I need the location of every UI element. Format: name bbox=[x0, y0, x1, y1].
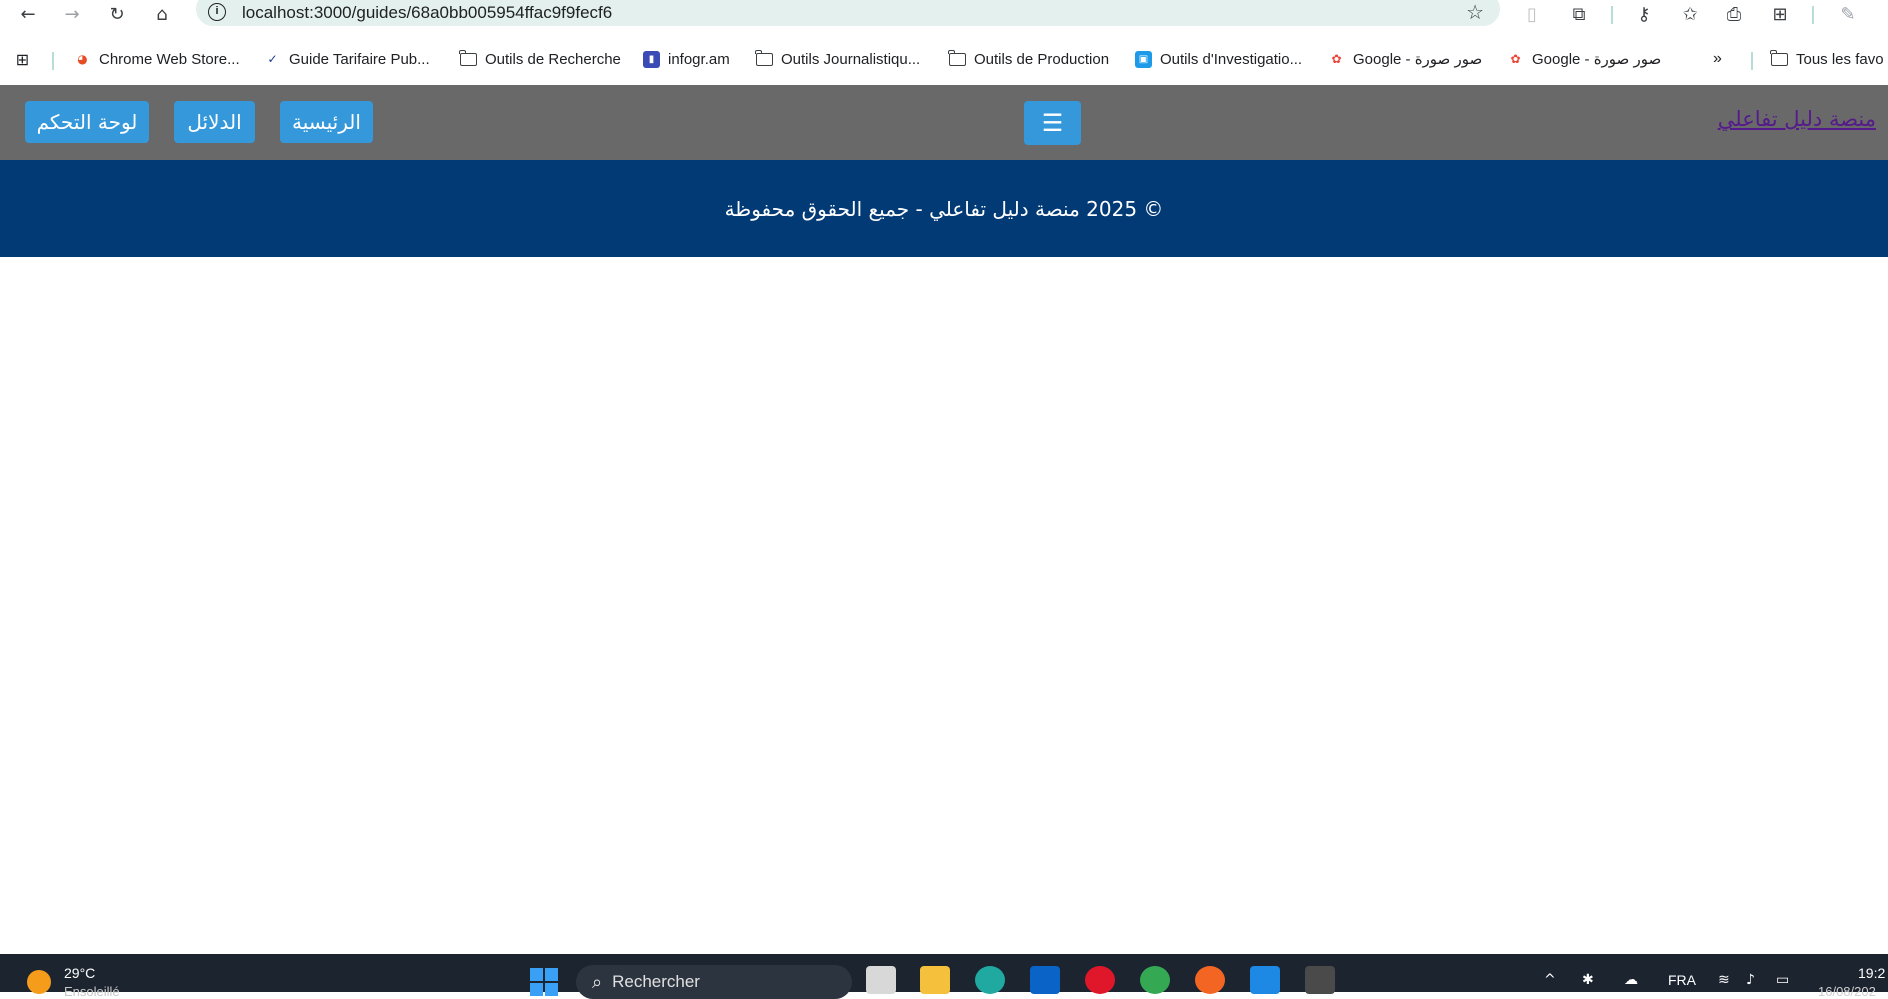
windows-taskbar: 29°C Ensoleillé ⌕ Rechercher ^ ✱ ☁ FRA ≋… bbox=[0, 954, 1888, 999]
home-icon[interactable]: ⌂ bbox=[148, 2, 176, 26]
outlook-icon[interactable] bbox=[1030, 966, 1060, 994]
google-photos-icon: ✿ bbox=[1331, 52, 1342, 66]
infogram-icon: ▮ bbox=[643, 50, 660, 68]
site-footer: © 2025 منصة دليل تفاعلي - جميع الحقوق مح… bbox=[0, 160, 1888, 257]
weather-sun-icon[interactable] bbox=[27, 970, 51, 994]
bookmark-outils-investigation[interactable]: ▣ Outils d'Investigatio... bbox=[1135, 48, 1302, 70]
file-explorer-icon[interactable] bbox=[920, 966, 950, 994]
battery-icon[interactable]: ▭ bbox=[1776, 972, 1789, 988]
bookmark-label: Outils de Recherche bbox=[485, 50, 621, 68]
translate-icon[interactable]: ⊞ bbox=[1766, 2, 1794, 26]
google-photos-icon: ✿ bbox=[1510, 52, 1521, 66]
volume-icon[interactable]: ♪ bbox=[1746, 972, 1755, 988]
guide-tarifaire-icon: ✓ bbox=[267, 52, 278, 66]
bookmark-label: Google - صور صورة bbox=[1353, 51, 1483, 68]
bookmark-google-photos-2[interactable]: ✿ Google - صور صورة bbox=[1507, 48, 1661, 70]
browser-toolbar: ← → ↻ ⌂ i localhost:3000/guides/68a0bb00… bbox=[0, 0, 1888, 28]
bookmark-label: Chrome Web Store... bbox=[99, 50, 240, 68]
bookmark-label: Outils d'Investigatio... bbox=[1160, 50, 1303, 68]
wifi-icon[interactable]: ≋ bbox=[1718, 972, 1730, 988]
dropbox-icon[interactable]: ✱ bbox=[1582, 972, 1594, 988]
investigation-icon: ▣ bbox=[1135, 50, 1152, 68]
search-icon: ⌕ bbox=[592, 971, 603, 993]
input-language[interactable]: FRA bbox=[1668, 972, 1696, 988]
all-bookmarks[interactable]: Tous les favo bbox=[1770, 48, 1884, 70]
bookmark-star-icon[interactable]: ☆ bbox=[1466, 0, 1484, 24]
extensions-icon[interactable]: ⧉ bbox=[1565, 2, 1593, 26]
all-bookmarks-label: Tous les favo bbox=[1796, 50, 1884, 68]
opera-icon[interactable] bbox=[1085, 966, 1115, 994]
reload-icon[interactable]: ↻ bbox=[103, 2, 131, 26]
bookmark-infogram[interactable]: ▮ infogr.am bbox=[643, 48, 730, 70]
bookmark-guide-tarifaire[interactable]: ✓ Guide Tarifaire Pub... bbox=[264, 48, 430, 70]
home-button[interactable]: الرئيسية bbox=[280, 101, 373, 143]
bookmark-label: Guide Tarifaire Pub... bbox=[289, 50, 430, 68]
chrome-icon[interactable] bbox=[1140, 966, 1170, 994]
bookmark-outils-production[interactable]: Outils de Production bbox=[948, 48, 1110, 70]
folder-icon bbox=[755, 49, 773, 66]
clock-time[interactable]: 19:2 bbox=[1858, 965, 1885, 981]
site-navbar: لوحة التحكم الدلائل الرئيسية ☰ منصة دليل… bbox=[0, 85, 1888, 160]
more-bookmarks-chevron-icon[interactable]: » bbox=[1713, 48, 1722, 70]
address-bar[interactable]: i localhost:3000/guides/68a0bb005954ffac… bbox=[196, 0, 1500, 26]
guides-button[interactable]: الدلائل bbox=[174, 101, 255, 143]
print-icon[interactable]: ⎙ bbox=[1720, 2, 1748, 26]
show-hidden-icons-chevron-icon[interactable]: ^ bbox=[1544, 972, 1556, 988]
url-text[interactable]: localhost:3000/guides/68a0bb005954ffac9f… bbox=[242, 3, 612, 23]
apps-grid-icon[interactable]: ⊞ bbox=[14, 48, 31, 70]
weather-temperature[interactable]: 29°C bbox=[64, 965, 95, 981]
site-info-icon[interactable]: i bbox=[208, 3, 226, 21]
bookmark-label: Outils Journalistiqu... bbox=[781, 50, 921, 68]
bookmark-label: Outils de Production bbox=[974, 50, 1110, 68]
forward-icon[interactable]: → bbox=[58, 2, 86, 26]
chrome-web-store-icon: ◕ bbox=[77, 52, 88, 66]
copyright-text: © 2025 منصة دليل تفاعلي - جميع الحقوق مح… bbox=[724, 196, 1164, 221]
terminal-icon[interactable] bbox=[1305, 966, 1335, 994]
back-icon[interactable]: ← bbox=[14, 2, 42, 26]
bookmark-outils-journalistiques[interactable]: Outils Journalistiqu... bbox=[755, 48, 921, 70]
site-brand-link[interactable]: منصة دليل تفاعلي bbox=[1718, 107, 1876, 131]
bookmarks-bar: ⊞ ◕ Chrome Web Store... ✓ Guide Tarifair… bbox=[0, 44, 1888, 74]
profile-icon[interactable]: ✎ bbox=[1834, 2, 1862, 26]
password-key-icon[interactable]: ⚷ bbox=[1630, 2, 1658, 26]
taskbar-search[interactable]: ⌕ Rechercher bbox=[576, 965, 852, 999]
bookmark-label: infogr.am bbox=[668, 50, 730, 68]
onedrive-cloud-icon[interactable]: ☁ bbox=[1624, 972, 1638, 988]
taskbar-search-placeholder: Rechercher bbox=[612, 972, 700, 991]
bookmark-outils-recherche[interactable]: Outils de Recherche bbox=[459, 48, 621, 70]
reading-mode-icon[interactable]: ▯ bbox=[1518, 2, 1546, 26]
folder-icon bbox=[459, 49, 477, 66]
favorites-icon[interactable]: ✩ bbox=[1676, 2, 1704, 26]
task-view-icon[interactable] bbox=[866, 966, 896, 994]
bookmark-chrome-web-store[interactable]: ◕ Chrome Web Store... bbox=[74, 48, 240, 70]
postman-icon[interactable] bbox=[1195, 966, 1225, 994]
folder-icon bbox=[948, 49, 966, 66]
vscode-icon[interactable] bbox=[1250, 966, 1280, 994]
bookmark-google-photos-1[interactable]: ✿ Google - صور صورة bbox=[1328, 48, 1482, 70]
edge-icon[interactable] bbox=[975, 966, 1005, 994]
dashboard-button[interactable]: لوحة التحكم bbox=[25, 101, 149, 143]
menu-toggle-icon[interactable]: ☰ bbox=[1024, 101, 1081, 145]
folder-icon bbox=[1770, 49, 1788, 66]
bookmark-label: Google - صور صورة bbox=[1532, 51, 1662, 68]
